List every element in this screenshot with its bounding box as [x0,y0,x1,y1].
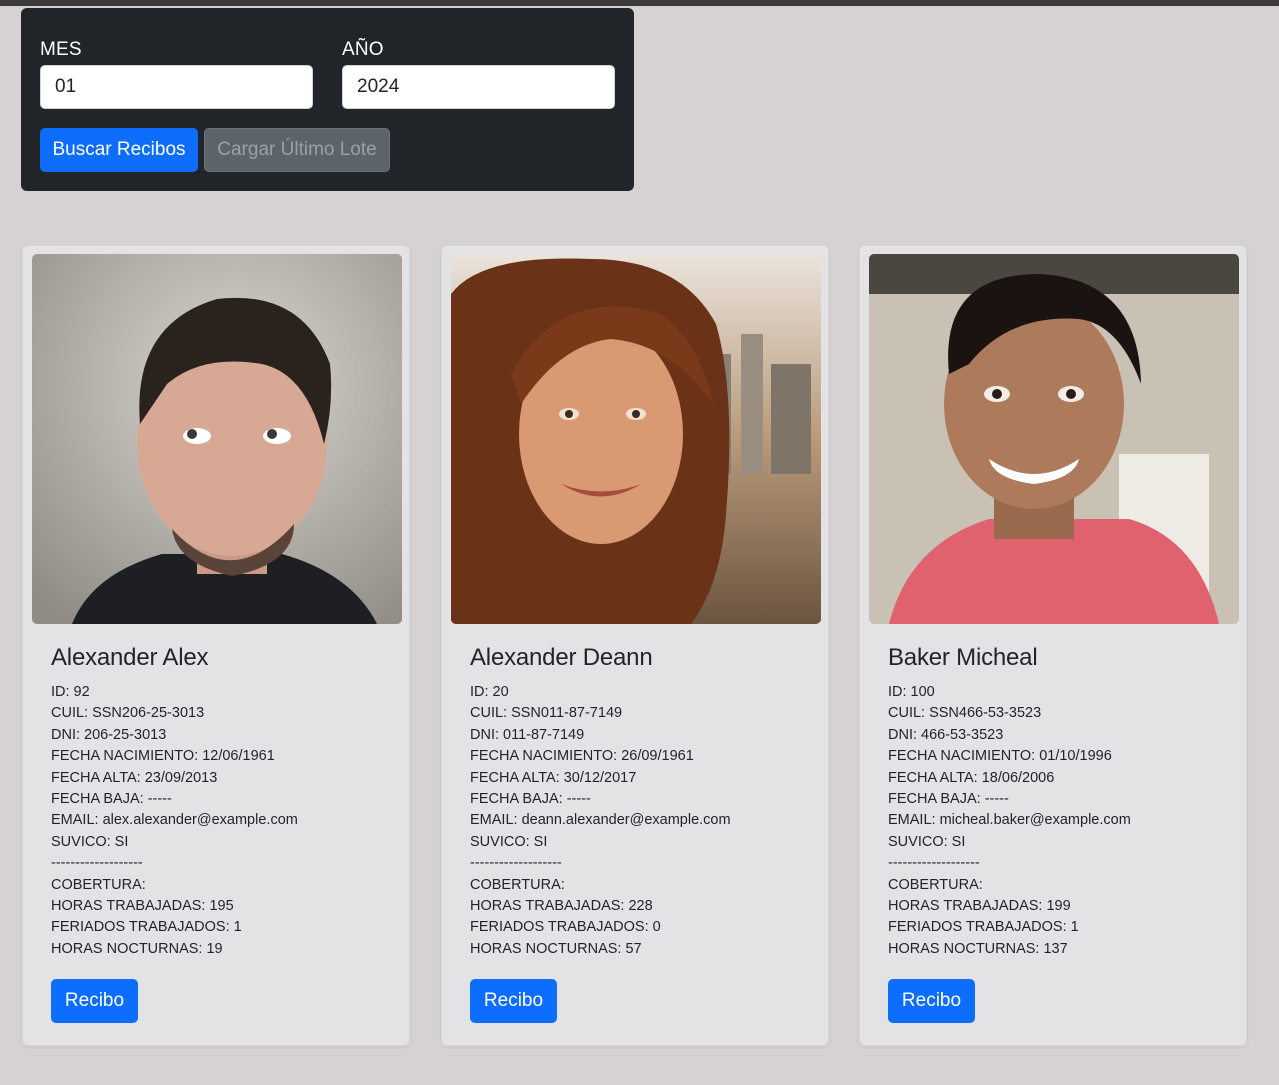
employee-card: Alexander Alex ID: 92 CUIL: SSN206-25-30… [22,245,410,1046]
employee-cuil: CUIL: SSN466-53-3523 [888,705,1042,722]
separator: ------------------- [51,855,143,872]
hours-worked: HORAS TRABAJADAS: 228 [470,898,653,915]
employee-dni: DNI: 206-25-3013 [51,726,167,743]
holidays-worked: FERIADOS TRABAJADOS: 0 [470,919,661,936]
employee-email: EMAIL: deann.alexander@example.com [470,812,731,829]
employee-name: Alexander Deann [470,644,653,671]
employee-cuil: CUIL: SSN011-87-7149 [470,705,623,722]
coverage-label: COBERTURA: [470,876,565,893]
employee-name: Baker Micheal [888,644,1038,671]
receipt-button[interactable]: Recibo [470,979,557,1023]
coverage-label: COBERTURA: [51,876,146,893]
month-label: MES [40,39,82,60]
employee-name: Alexander Alex [51,644,209,671]
employee-photo [451,254,821,624]
employee-details: ID: 20 CUIL: SSN011-87-7149 DNI: 011-87-… [470,682,731,960]
employee-dni: DNI: 011-87-7149 [470,726,585,743]
employee-birth-date: FECHA NACIMIENTO: 26/09/1961 [470,748,694,765]
employee-hire-date: FECHA ALTA: 30/12/2017 [470,769,637,786]
employee-id: ID: 100 [888,684,935,700]
coverage-label: COBERTURA: [888,876,983,893]
top-bar [0,0,1279,6]
employee-card: Baker Micheal ID: 100 CUIL: SSN466-53-35… [859,245,1247,1046]
night-hours: HORAS NOCTURNAS: 57 [470,940,642,957]
employee-hire-date: FECHA ALTA: 23/09/2013 [51,769,218,786]
employee-cuil: CUIL: SSN206-25-3013 [51,705,205,722]
employee-photo [32,254,402,624]
employee-photo [869,254,1239,624]
receipt-button[interactable]: Recibo [888,979,975,1023]
employee-id: ID: 20 [470,684,509,700]
employee-email: EMAIL: micheal.baker@example.com [888,812,1131,829]
employee-birth-date: FECHA NACIMIENTO: 01/10/1996 [888,748,1112,765]
employee-details: ID: 92 CUIL: SSN206-25-3013 DNI: 206-25-… [51,682,298,960]
receipt-button[interactable]: Recibo [51,979,138,1023]
employee-suvico: SUVICO: SI [51,833,129,850]
night-hours: HORAS NOCTURNAS: 19 [51,940,223,957]
separator: ------------------- [888,855,980,872]
holidays-worked: FERIADOS TRABAJADOS: 1 [51,919,242,936]
hours-worked: HORAS TRABAJADAS: 195 [51,898,234,915]
month-input[interactable] [40,65,313,109]
employee-termination-date: FECHA BAJA: ----- [470,791,591,808]
filter-panel: MES AÑO Buscar Recibos Cargar Último Lot… [21,8,634,191]
employee-card: Alexander Deann ID: 20 CUIL: SSN011-87-7… [441,245,829,1046]
employee-termination-date: FECHA BAJA: ----- [888,791,1009,808]
separator: ------------------- [470,855,562,872]
year-input[interactable] [342,65,615,109]
hours-worked: HORAS TRABAJADAS: 199 [888,898,1071,915]
employee-details: ID: 100 CUIL: SSN466-53-3523 DNI: 466-53… [888,682,1131,960]
employee-termination-date: FECHA BAJA: ----- [51,791,172,808]
employee-suvico: SUVICO: SI [470,833,548,850]
holidays-worked: FERIADOS TRABAJADOS: 1 [888,919,1079,936]
load-last-batch-button[interactable]: Cargar Último Lote [204,128,390,172]
year-label: AÑO [342,39,384,60]
employee-id: ID: 92 [51,684,90,700]
employee-birth-date: FECHA NACIMIENTO: 12/06/1961 [51,748,275,765]
employee-email: EMAIL: alex.alexander@example.com [51,812,298,829]
night-hours: HORAS NOCTURNAS: 137 [888,940,1068,957]
employee-dni: DNI: 466-53-3523 [888,726,1004,743]
employee-hire-date: FECHA ALTA: 18/06/2006 [888,769,1055,786]
employee-suvico: SUVICO: SI [888,833,966,850]
search-receipts-button[interactable]: Buscar Recibos [40,128,198,172]
